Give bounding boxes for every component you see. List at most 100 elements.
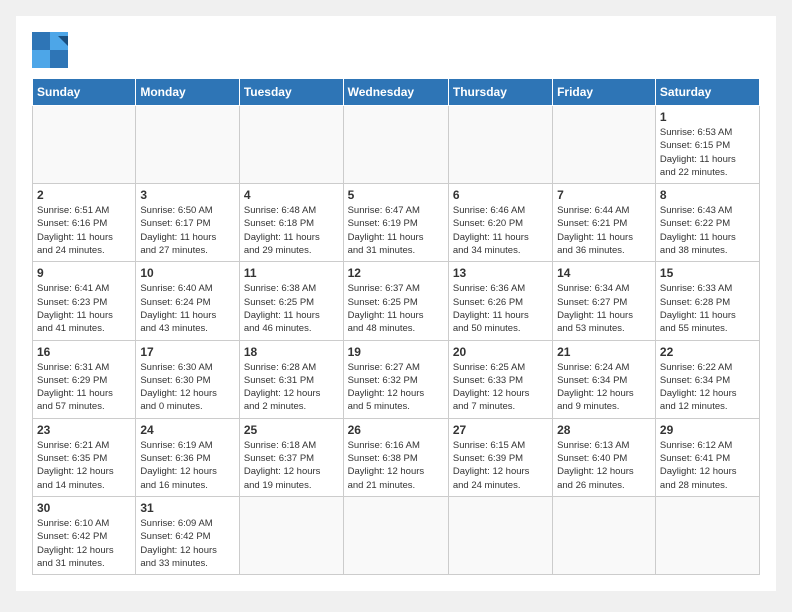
day-info: Sunrise: 6:47 AM Sunset: 6:19 PM Dayligh…	[348, 204, 444, 257]
calendar-cell: 15Sunrise: 6:33 AM Sunset: 6:28 PM Dayli…	[655, 262, 759, 340]
weekday-tuesday: Tuesday	[239, 79, 343, 106]
calendar-cell	[448, 496, 552, 574]
day-info: Sunrise: 6:44 AM Sunset: 6:21 PM Dayligh…	[557, 204, 651, 257]
weekday-thursday: Thursday	[448, 79, 552, 106]
calendar-cell: 17 Sunrise: 6:30 AM Sunset: 6:30 PM Dayli…	[136, 340, 240, 418]
calendar-cell: 1 Sunrise: 6:53 AM Sunset: 6:15 PM Daylig…	[655, 106, 759, 184]
day-info: Sunrise: 6:41 AM Sunset: 6:23 PM Dayligh…	[37, 282, 131, 335]
day-info: Sunrise: 6:24 AM Sunset: 6:34 PM Dayligh…	[557, 361, 651, 414]
day-info: Sunrise: 6:37 AM Sunset: 6:25 PM Dayligh…	[348, 282, 444, 335]
calendar-cell	[33, 106, 136, 184]
header	[32, 32, 760, 68]
calendar-cell: 24 Sunrise: 6:19 AM Sunset: 6:36 PM Dayli…	[136, 418, 240, 496]
day-number: 7	[557, 188, 651, 202]
day-number: 1	[660, 110, 755, 124]
calendar-cell: 20 Sunrise: 6:25 AM Sunset: 6:33 PM Dayli…	[448, 340, 552, 418]
day-number: 24	[140, 423, 235, 437]
day-info: Sunrise: 6:12 AM Sunset: 6:41 PM Dayligh…	[660, 439, 755, 492]
day-info: Sunrise: 6:22 AM Sunset: 6:34 PM Dayligh…	[660, 361, 755, 414]
day-info: Sunrise: 6:50 AM Sunset: 6:17 PM Dayligh…	[140, 204, 235, 257]
day-number: 3	[140, 188, 235, 202]
day-number: 29	[660, 423, 755, 437]
day-number: 20	[453, 345, 548, 359]
day-number: 11	[244, 266, 339, 280]
calendar-cell	[448, 106, 552, 184]
calendar-cell: 22 Sunrise: 6:22 AM Sunset: 6:34 PM Dayli…	[655, 340, 759, 418]
week-row-5: 23Sunrise: 6:21 AM Sunset: 6:35 PM Dayli…	[33, 418, 760, 496]
day-info: Sunrise: 6:38 AM Sunset: 6:25 PM Dayligh…	[244, 282, 339, 335]
calendar-cell: 26Sunrise: 6:16 AM Sunset: 6:38 PM Dayli…	[343, 418, 448, 496]
day-number: 13	[453, 266, 548, 280]
weekday-friday: Friday	[553, 79, 656, 106]
calendar-cell	[136, 106, 240, 184]
calendar-cell: 29 Sunrise: 6:12 AM Sunset: 6:41 PM Dayli…	[655, 418, 759, 496]
week-row-4: 16 Sunrise: 6:31 AM Sunset: 6:29 PM Dayli…	[33, 340, 760, 418]
week-row-6: 30Sunrise: 6:10 AM Sunset: 6:42 PM Dayli…	[33, 496, 760, 574]
calendar-cell: 27Sunrise: 6:15 AM Sunset: 6:39 PM Dayli…	[448, 418, 552, 496]
day-number: 19	[348, 345, 444, 359]
day-info: Sunrise: 6:51 AM Sunset: 6:16 PM Dayligh…	[37, 204, 131, 257]
day-info: Sunrise: 6:43 AM Sunset: 6:22 PM Dayligh…	[660, 204, 755, 257]
day-number: 5	[348, 188, 444, 202]
calendar-cell: 11 Sunrise: 6:38 AM Sunset: 6:25 PM Dayli…	[239, 262, 343, 340]
day-info: Sunrise: 6:53 AM Sunset: 6:15 PM Dayligh…	[660, 126, 755, 179]
day-number: 9	[37, 266, 131, 280]
calendar-cell	[655, 496, 759, 574]
calendar-table: SundayMondayTuesdayWednesdayThursdayFrid…	[32, 78, 760, 575]
calendar-cell	[553, 496, 656, 574]
calendar-cell: 25Sunrise: 6:18 AM Sunset: 6:37 PM Dayli…	[239, 418, 343, 496]
day-number: 22	[660, 345, 755, 359]
day-number: 8	[660, 188, 755, 202]
calendar-cell	[553, 106, 656, 184]
day-info: Sunrise: 6:25 AM Sunset: 6:33 PM Dayligh…	[453, 361, 548, 414]
day-info: Sunrise: 6:36 AM Sunset: 6:26 PM Dayligh…	[453, 282, 548, 335]
calendar-cell: 4 Sunrise: 6:48 AM Sunset: 6:18 PM Daylig…	[239, 184, 343, 262]
day-number: 23	[37, 423, 131, 437]
day-number: 26	[348, 423, 444, 437]
calendar-cell: 10Sunrise: 6:40 AM Sunset: 6:24 PM Dayli…	[136, 262, 240, 340]
day-number: 14	[557, 266, 651, 280]
day-number: 17	[140, 345, 235, 359]
day-number: 12	[348, 266, 444, 280]
week-row-2: 2Sunrise: 6:51 AM Sunset: 6:16 PM Daylig…	[33, 184, 760, 262]
calendar-cell: 9 Sunrise: 6:41 AM Sunset: 6:23 PM Daylig…	[33, 262, 136, 340]
calendar-cell: 18 Sunrise: 6:28 AM Sunset: 6:31 PM Dayli…	[239, 340, 343, 418]
day-number: 27	[453, 423, 548, 437]
day-info: Sunrise: 6:18 AM Sunset: 6:37 PM Dayligh…	[244, 439, 339, 492]
calendar-cell: 13 Sunrise: 6:36 AM Sunset: 6:26 PM Dayli…	[448, 262, 552, 340]
day-number: 21	[557, 345, 651, 359]
weekday-header-row: SundayMondayTuesdayWednesdayThursdayFrid…	[33, 79, 760, 106]
weekday-monday: Monday	[136, 79, 240, 106]
day-number: 18	[244, 345, 339, 359]
day-number: 16	[37, 345, 131, 359]
calendar-cell	[239, 106, 343, 184]
day-number: 6	[453, 188, 548, 202]
calendar-cell: 19Sunrise: 6:27 AM Sunset: 6:32 PM Dayli…	[343, 340, 448, 418]
day-info: Sunrise: 6:09 AM Sunset: 6:42 PM Dayligh…	[140, 517, 235, 570]
day-number: 30	[37, 501, 131, 515]
calendar-cell: 16 Sunrise: 6:31 AM Sunset: 6:29 PM Dayli…	[33, 340, 136, 418]
calendar-page: SundayMondayTuesdayWednesdayThursdayFrid…	[16, 16, 776, 591]
day-info: Sunrise: 6:13 AM Sunset: 6:40 PM Dayligh…	[557, 439, 651, 492]
logo-icon	[32, 32, 68, 68]
day-info: Sunrise: 6:31 AM Sunset: 6:29 PM Dayligh…	[37, 361, 131, 414]
calendar-cell: 14 Sunrise: 6:34 AM Sunset: 6:27 PM Dayli…	[553, 262, 656, 340]
calendar-cell	[343, 496, 448, 574]
day-number: 31	[140, 501, 235, 515]
calendar-cell: 6Sunrise: 6:46 AM Sunset: 6:20 PM Daylig…	[448, 184, 552, 262]
day-info: Sunrise: 6:30 AM Sunset: 6:30 PM Dayligh…	[140, 361, 235, 414]
calendar-cell: 8 Sunrise: 6:43 AM Sunset: 6:22 PM Daylig…	[655, 184, 759, 262]
day-info: Sunrise: 6:34 AM Sunset: 6:27 PM Dayligh…	[557, 282, 651, 335]
day-info: Sunrise: 6:33 AM Sunset: 6:28 PM Dayligh…	[660, 282, 755, 335]
calendar-cell	[239, 496, 343, 574]
day-info: Sunrise: 6:28 AM Sunset: 6:31 PM Dayligh…	[244, 361, 339, 414]
day-number: 4	[244, 188, 339, 202]
weekday-saturday: Saturday	[655, 79, 759, 106]
calendar-cell: 23Sunrise: 6:21 AM Sunset: 6:35 PM Dayli…	[33, 418, 136, 496]
day-info: Sunrise: 6:19 AM Sunset: 6:36 PM Dayligh…	[140, 439, 235, 492]
day-number: 28	[557, 423, 651, 437]
calendar-cell: 12 Sunrise: 6:37 AM Sunset: 6:25 PM Dayli…	[343, 262, 448, 340]
calendar-cell	[343, 106, 448, 184]
day-info: Sunrise: 6:48 AM Sunset: 6:18 PM Dayligh…	[244, 204, 339, 257]
calendar-cell: 30Sunrise: 6:10 AM Sunset: 6:42 PM Dayli…	[33, 496, 136, 574]
